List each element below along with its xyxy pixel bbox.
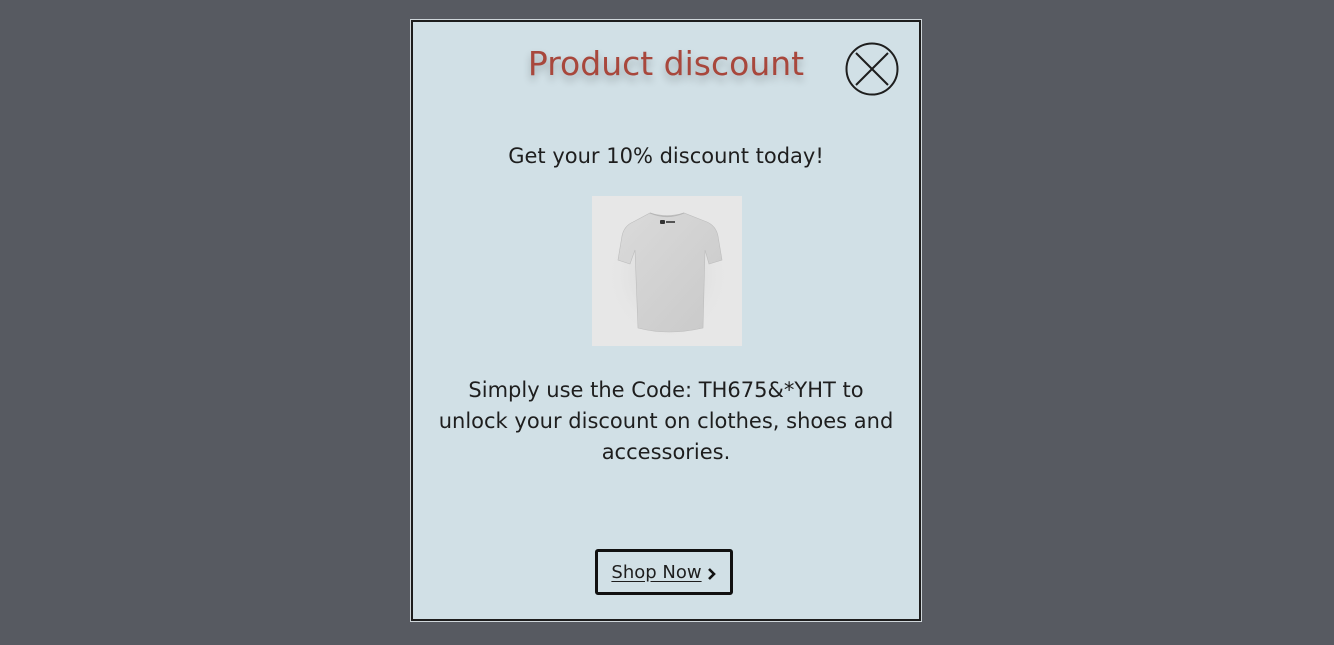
close-icon <box>845 42 899 96</box>
discount-subtitle: Get your 10% discount today! <box>508 144 824 168</box>
discount-description: Simply use the Code: TH675&*YHT to unloc… <box>438 378 894 464</box>
shop-now-button[interactable]: Shop Now <box>595 549 733 595</box>
shop-now-label: Shop Now <box>611 561 702 583</box>
modal-title: Product discount <box>527 44 805 83</box>
close-button[interactable] <box>845 42 899 96</box>
discount-modal: Product discount Get your 10% discount t… <box>410 19 922 622</box>
chevron-right-icon <box>707 565 717 580</box>
product-image <box>592 196 742 346</box>
tshirt-icon <box>606 210 730 342</box>
